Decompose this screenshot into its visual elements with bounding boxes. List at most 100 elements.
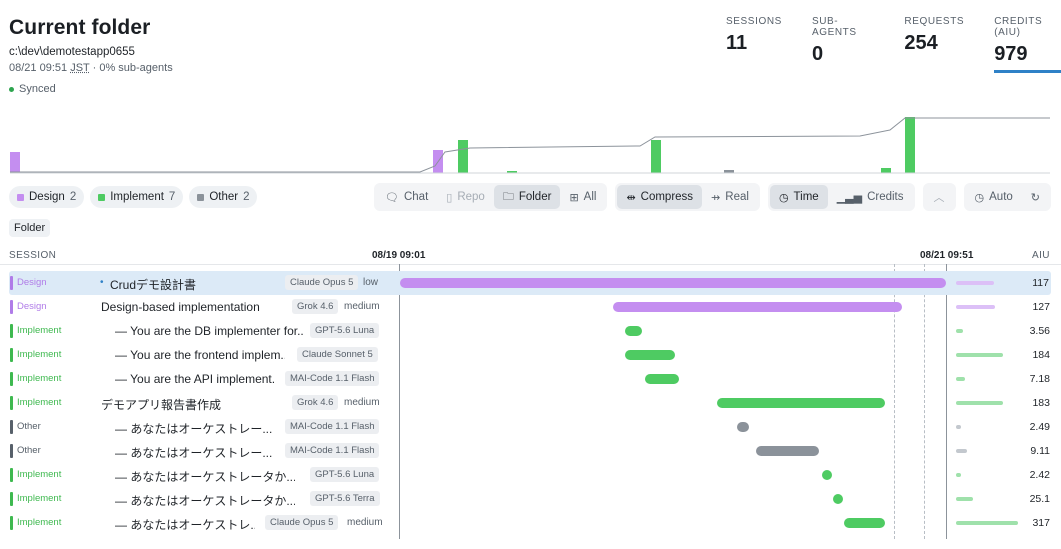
session-aiu: 2.42 xyxy=(1029,469,1050,481)
scope-group: 🗨 Chat ▯ Repo 🗀 Folder ⊞ All xyxy=(374,183,608,211)
session-timeline-bar[interactable] xyxy=(822,470,833,480)
credits-label: Credits xyxy=(867,191,904,203)
session-category: Design xyxy=(10,276,47,290)
auto-label: Auto xyxy=(989,191,1013,203)
stat-subagents[interactable]: SUB-AGENTS 0 xyxy=(812,16,874,73)
stat-value: 11 xyxy=(726,32,748,54)
filter-implement[interactable]: Implement 7 xyxy=(90,186,184,208)
stat-requests[interactable]: REQUESTS 254 xyxy=(904,16,964,73)
session-name: Design-based implementation xyxy=(101,300,260,314)
filter-count: 2 xyxy=(243,191,250,203)
collapse-button[interactable]: ︿ xyxy=(925,185,954,209)
session-model: Grok 4.6 xyxy=(292,299,339,314)
session-model: Grok 4.6 xyxy=(292,395,339,410)
session-name: — You are the frontend implem... xyxy=(115,348,285,362)
session-timeline-bar[interactable] xyxy=(755,446,820,456)
folder-icon: 🗀 xyxy=(502,190,514,203)
session-category: Implement xyxy=(10,348,61,362)
session-model: MAI-Code 1.1 Flash xyxy=(285,443,380,458)
stat-label: CREDITS (AIU) xyxy=(994,16,1043,38)
session-timeline-bar[interactable] xyxy=(624,350,676,360)
chat-icon: 🗨 xyxy=(385,191,399,204)
scope-chat-button[interactable]: 🗨 Chat xyxy=(376,185,437,209)
session-row[interactable]: Implement — You are the DB implementer fo… xyxy=(0,319,1061,343)
session-row[interactable]: Other — あなたはオーケストレー... MAI-Code 1.1 Flash 9… xyxy=(0,439,1061,463)
session-row[interactable]: Implement — あなたはオーケストレ... Claude Opus 5 med… xyxy=(0,511,1061,535)
filter-other[interactable]: Other 2 xyxy=(189,186,258,208)
stat-label: REQUESTS xyxy=(904,16,965,27)
spark-bar xyxy=(881,168,891,173)
session-row[interactable]: Design Design-based implementation Grok 4.… xyxy=(0,295,1061,319)
timeline-start-label: 08/19 09:01 xyxy=(372,250,426,261)
session-category: Other xyxy=(10,420,41,434)
session-row[interactable]: Other — あなたはオーケストレー... MAI-Code 1.1 Flash 2… xyxy=(0,415,1061,439)
bar-chart-icon: ▁▃▅ xyxy=(836,191,863,204)
session-model: MAI-Code 1.1 Flash xyxy=(285,419,380,434)
session-model: Claude Sonnet 5 xyxy=(297,347,378,362)
scope-all-button[interactable]: ⊞ All xyxy=(560,185,605,209)
session-effort: medium xyxy=(347,517,383,528)
compress-icon: ⇹ xyxy=(626,191,636,204)
real-button[interactable]: ⇸ Real xyxy=(702,185,758,209)
session-row[interactable]: Implement — You are the API implement... M… xyxy=(0,367,1061,391)
real-scale-icon: ⇸ xyxy=(711,191,721,204)
view-controls: 🗨 Chat ▯ Repo 🗀 Folder ⊞ All ⇹ Compress ⇸ Real… xyxy=(374,183,1052,211)
refresh-group: ◷ Auto ↻ xyxy=(963,183,1052,211)
timeline-end-label: 08/21 09:51 xyxy=(920,250,974,261)
session-category: Implement xyxy=(10,492,61,506)
folder-path: c:\dev\demotestapp0655 xyxy=(9,46,135,58)
session-timeline-bar[interactable] xyxy=(400,278,946,288)
session-timeline-bar[interactable] xyxy=(832,494,843,504)
session-credit-bar xyxy=(956,305,996,309)
session-effort: medium xyxy=(344,301,380,312)
session-aiu: 117 xyxy=(1032,277,1049,289)
filter-label: Other xyxy=(209,191,239,203)
session-timeline-bar[interactable] xyxy=(736,422,750,432)
session-timeline-bar[interactable] xyxy=(624,326,642,336)
compress-button[interactable]: ⇹ Compress xyxy=(617,185,703,209)
session-name: — あなたはオーケストレー... xyxy=(115,446,273,460)
session-timeline-bar[interactable] xyxy=(716,398,886,408)
time-button[interactable]: ◷ Time xyxy=(769,185,828,209)
session-aiu: 25.1 xyxy=(1029,493,1050,505)
meta-line: 08/21 09:51 JST · 0% sub-agents xyxy=(9,62,173,74)
refresh-button[interactable]: ↻ xyxy=(1022,185,1049,209)
session-aiu: 317 xyxy=(1032,517,1050,529)
session-name: Crudデモ設計書 xyxy=(110,278,197,292)
session-row[interactable]: Implement — あなたはオーケストレータか... GPT-5.6 Terra… xyxy=(0,487,1061,511)
session-timeline-bar[interactable] xyxy=(844,518,885,528)
current-session-dot-icon: • xyxy=(100,277,104,288)
stat-credits[interactable]: CREDITS (AIU) 979 xyxy=(994,16,1061,73)
session-name: — You are the DB implementer for... xyxy=(115,324,303,338)
credits-button[interactable]: ▁▃▅ Credits xyxy=(828,185,913,209)
session-credit-bar xyxy=(956,473,962,477)
folder-tag[interactable]: Folder xyxy=(9,219,51,237)
session-timeline-bar[interactable] xyxy=(645,374,679,384)
session-category: Design xyxy=(10,300,47,314)
sync-label: Synced xyxy=(19,83,56,95)
auto-refresh-button[interactable]: ◷ Auto xyxy=(966,185,1022,209)
session-aiu: 183 xyxy=(1032,397,1050,409)
stat-label: SUB-AGENTS xyxy=(811,16,857,38)
session-row[interactable]: Implement — You are the frontend implem..… xyxy=(0,343,1061,367)
filter-label: Implement xyxy=(110,191,164,203)
session-model: Claude Opus 5 xyxy=(285,275,359,290)
page-title: Current folder xyxy=(9,16,151,39)
scope-chat-label: Chat xyxy=(403,191,429,203)
session-row[interactable]: Implement デモアプリ報告書作成 Grok 4.6 medium 183 xyxy=(0,391,1061,415)
scope-folder-button[interactable]: 🗀 Folder xyxy=(493,185,561,209)
real-label: Real xyxy=(725,191,749,203)
filter-design[interactable]: Design 2 xyxy=(9,186,85,208)
compress-label: Compress xyxy=(640,191,694,203)
scope-repo-button[interactable]: ▯ Repo xyxy=(437,185,494,209)
session-row[interactable]: Implement — あなたはオーケストレータか... GPT-5.6 Luna 2… xyxy=(0,463,1061,487)
stat-value: 254 xyxy=(904,32,938,54)
session-timeline-bar[interactable] xyxy=(612,302,903,312)
stat-sessions[interactable]: SESSIONS 11 xyxy=(726,16,782,73)
session-category: Implement xyxy=(10,324,61,338)
collapse-group: ︿ xyxy=(922,183,956,211)
header-divider xyxy=(0,264,1061,265)
session-credit-bar xyxy=(956,425,962,429)
scale-group: ⇹ Compress ⇸ Real xyxy=(615,183,760,211)
session-row[interactable]: Design • Crudデモ設計書 Claude Opus 5 low 117 xyxy=(9,271,1051,295)
